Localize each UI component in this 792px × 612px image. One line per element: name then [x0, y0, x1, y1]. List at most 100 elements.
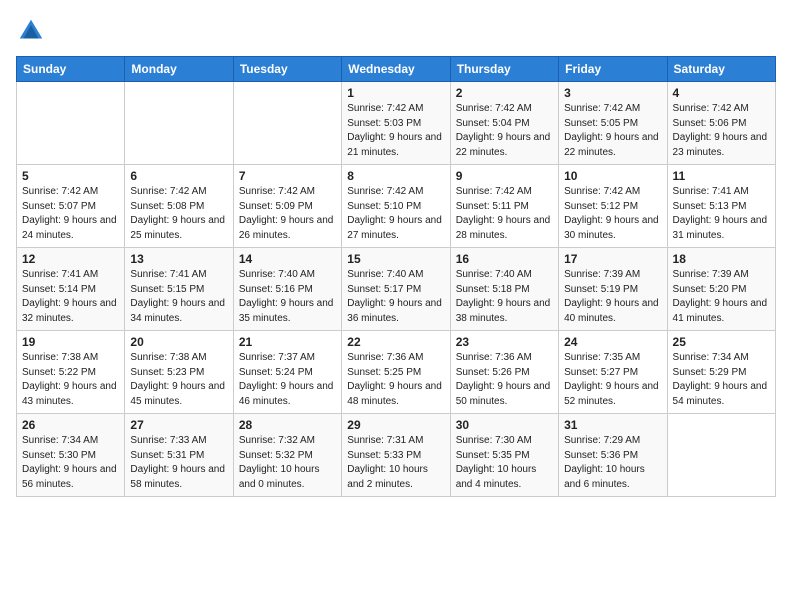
calendar-cell: 30 Sunrise: 7:30 AM Sunset: 5:35 PM Dayli… [450, 414, 558, 497]
day-info: Sunrise: 7:38 AM Sunset: 5:23 PM Dayligh… [130, 351, 227, 409]
day-number: 30 [456, 418, 553, 432]
calendar-cell: 15 Sunrise: 7:40 AM Sunset: 5:17 PM Dayli… [342, 248, 450, 331]
calendar-cell [667, 414, 775, 497]
day-info: Sunrise: 7:37 AM Sunset: 5:24 PM Dayligh… [239, 351, 336, 409]
calendar-week-row: 12Sunrise: 7:41 AM Sunset: 5:14 PM Dayli… [17, 248, 776, 331]
day-number: 15 [347, 252, 444, 266]
day-info: Sunrise: 7:41 AM Sunset: 5:13 PM Dayligh… [673, 185, 770, 243]
weekday-header: Thursday [450, 57, 558, 82]
day-info: Sunrise: 7:42 AM Sunset: 5:05 PM Dayligh… [564, 102, 661, 160]
calendar-cell: 27 Sunrise: 7:33 AM Sunset: 5:31 PM Dayli… [125, 414, 233, 497]
day-number: 2 [456, 86, 553, 100]
calendar-cell: 18 Sunrise: 7:39 AM Sunset: 5:20 PM Dayli… [667, 248, 775, 331]
calendar-week-row: 5 Sunrise: 7:42 AM Sunset: 5:07 PM Daylig… [17, 165, 776, 248]
day-number: 12 [22, 252, 119, 266]
calendar-cell: 28 Sunrise: 7:32 AM Sunset: 5:32 PM Dayli… [233, 414, 341, 497]
day-info: Sunrise: 7:34 AM Sunset: 5:30 PM Dayligh… [22, 434, 119, 492]
calendar-table: SundayMondayTuesdayWednesdayThursdayFrid… [16, 56, 776, 497]
calendar-cell: 2 Sunrise: 7:42 AM Sunset: 5:04 PM Daylig… [450, 82, 558, 165]
day-number: 26 [22, 418, 119, 432]
day-info: Sunrise: 7:42 AM Sunset: 5:12 PM Dayligh… [564, 185, 661, 243]
day-number: 8 [347, 169, 444, 183]
calendar-cell: 31 Sunrise: 7:29 AM Sunset: 5:36 PM Dayli… [559, 414, 667, 497]
day-info: Sunrise: 7:42 AM Sunset: 5:03 PM Dayligh… [347, 102, 444, 160]
day-info: Sunrise: 7:32 AM Sunset: 5:32 PM Dayligh… [239, 434, 336, 492]
calendar-cell: 1 Sunrise: 7:42 AM Sunset: 5:03 PM Daylig… [342, 82, 450, 165]
page-header [16, 16, 776, 46]
day-number: 6 [130, 169, 227, 183]
calendar-week-row: 1 Sunrise: 7:42 AM Sunset: 5:03 PM Daylig… [17, 82, 776, 165]
day-number: 17 [564, 252, 661, 266]
day-info: Sunrise: 7:38 AM Sunset: 5:22 PM Dayligh… [22, 351, 119, 409]
day-info: Sunrise: 7:42 AM Sunset: 5:06 PM Dayligh… [673, 102, 770, 160]
weekday-header: Sunday [17, 57, 125, 82]
day-info: Sunrise: 7:35 AM Sunset: 5:27 PM Dayligh… [564, 351, 661, 409]
calendar-cell [17, 82, 125, 165]
weekday-header: Wednesday [342, 57, 450, 82]
day-number: 14 [239, 252, 336, 266]
calendar-cell: 7 Sunrise: 7:42 AM Sunset: 5:09 PM Daylig… [233, 165, 341, 248]
day-number: 18 [673, 252, 770, 266]
calendar-week-row: 19 Sunrise: 7:38 AM Sunset: 5:22 PM Dayli… [17, 331, 776, 414]
weekday-header: Saturday [667, 57, 775, 82]
day-info: Sunrise: 7:42 AM Sunset: 5:11 PM Dayligh… [456, 185, 553, 243]
calendar-header-row: SundayMondayTuesdayWednesdayThursdayFrid… [17, 57, 776, 82]
day-info: Sunrise: 7:39 AM Sunset: 5:19 PM Dayligh… [564, 268, 661, 326]
weekday-header: Monday [125, 57, 233, 82]
calendar-cell [233, 82, 341, 165]
day-info: Sunrise: 7:42 AM Sunset: 5:09 PM Dayligh… [239, 185, 336, 243]
logo-icon [16, 16, 46, 46]
calendar-cell: 8 Sunrise: 7:42 AM Sunset: 5:10 PM Daylig… [342, 165, 450, 248]
day-number: 13 [130, 252, 227, 266]
day-info: Sunrise: 7:40 AM Sunset: 5:16 PM Dayligh… [239, 268, 336, 326]
calendar-cell: 29Sunrise: 7:31 AM Sunset: 5:33 PM Dayli… [342, 414, 450, 497]
calendar-cell [125, 82, 233, 165]
calendar-cell: 3 Sunrise: 7:42 AM Sunset: 5:05 PM Daylig… [559, 82, 667, 165]
calendar-cell: 20 Sunrise: 7:38 AM Sunset: 5:23 PM Dayli… [125, 331, 233, 414]
day-info: Sunrise: 7:42 AM Sunset: 5:10 PM Dayligh… [347, 185, 444, 243]
calendar-cell: 19 Sunrise: 7:38 AM Sunset: 5:22 PM Dayli… [17, 331, 125, 414]
day-number: 10 [564, 169, 661, 183]
day-number: 28 [239, 418, 336, 432]
day-number: 27 [130, 418, 227, 432]
day-info: Sunrise: 7:29 AM Sunset: 5:36 PM Dayligh… [564, 434, 661, 492]
day-number: 11 [673, 169, 770, 183]
day-info: Sunrise: 7:40 AM Sunset: 5:17 PM Dayligh… [347, 268, 444, 326]
calendar-cell: 13 Sunrise: 7:41 AM Sunset: 5:15 PM Dayli… [125, 248, 233, 331]
day-number: 5 [22, 169, 119, 183]
calendar-cell: 22Sunrise: 7:36 AM Sunset: 5:25 PM Dayli… [342, 331, 450, 414]
day-info: Sunrise: 7:39 AM Sunset: 5:20 PM Dayligh… [673, 268, 770, 326]
calendar-cell: 4 Sunrise: 7:42 AM Sunset: 5:06 PM Daylig… [667, 82, 775, 165]
day-number: 21 [239, 335, 336, 349]
day-number: 1 [347, 86, 444, 100]
calendar-week-row: 26 Sunrise: 7:34 AM Sunset: 5:30 PM Dayli… [17, 414, 776, 497]
day-info: Sunrise: 7:33 AM Sunset: 5:31 PM Dayligh… [130, 434, 227, 492]
calendar-cell: 12Sunrise: 7:41 AM Sunset: 5:14 PM Dayli… [17, 248, 125, 331]
day-info: Sunrise: 7:42 AM Sunset: 5:04 PM Dayligh… [456, 102, 553, 160]
day-info: Sunrise: 7:36 AM Sunset: 5:26 PM Dayligh… [456, 351, 553, 409]
day-number: 9 [456, 169, 553, 183]
calendar-cell: 10 Sunrise: 7:42 AM Sunset: 5:12 PM Dayli… [559, 165, 667, 248]
day-info: Sunrise: 7:36 AM Sunset: 5:25 PM Dayligh… [347, 351, 444, 409]
day-info: Sunrise: 7:41 AM Sunset: 5:15 PM Dayligh… [130, 268, 227, 326]
day-number: 31 [564, 418, 661, 432]
calendar-cell: 17 Sunrise: 7:39 AM Sunset: 5:19 PM Dayli… [559, 248, 667, 331]
day-number: 7 [239, 169, 336, 183]
calendar-cell: 6Sunrise: 7:42 AM Sunset: 5:08 PM Daylig… [125, 165, 233, 248]
calendar-cell: 21 Sunrise: 7:37 AM Sunset: 5:24 PM Dayli… [233, 331, 341, 414]
day-number: 3 [564, 86, 661, 100]
calendar-cell: 25Sunrise: 7:34 AM Sunset: 5:29 PM Dayli… [667, 331, 775, 414]
day-number: 25 [673, 335, 770, 349]
day-number: 23 [456, 335, 553, 349]
day-number: 20 [130, 335, 227, 349]
logo [16, 16, 50, 46]
day-number: 4 [673, 86, 770, 100]
calendar-cell: 14 Sunrise: 7:40 AM Sunset: 5:16 PM Dayli… [233, 248, 341, 331]
calendar-cell: 9 Sunrise: 7:42 AM Sunset: 5:11 PM Daylig… [450, 165, 558, 248]
day-info: Sunrise: 7:40 AM Sunset: 5:18 PM Dayligh… [456, 268, 553, 326]
day-info: Sunrise: 7:30 AM Sunset: 5:35 PM Dayligh… [456, 434, 553, 492]
day-number: 19 [22, 335, 119, 349]
calendar-cell: 11 Sunrise: 7:41 AM Sunset: 5:13 PM Dayli… [667, 165, 775, 248]
day-info: Sunrise: 7:42 AM Sunset: 5:07 PM Dayligh… [22, 185, 119, 243]
calendar-cell: 26 Sunrise: 7:34 AM Sunset: 5:30 PM Dayli… [17, 414, 125, 497]
